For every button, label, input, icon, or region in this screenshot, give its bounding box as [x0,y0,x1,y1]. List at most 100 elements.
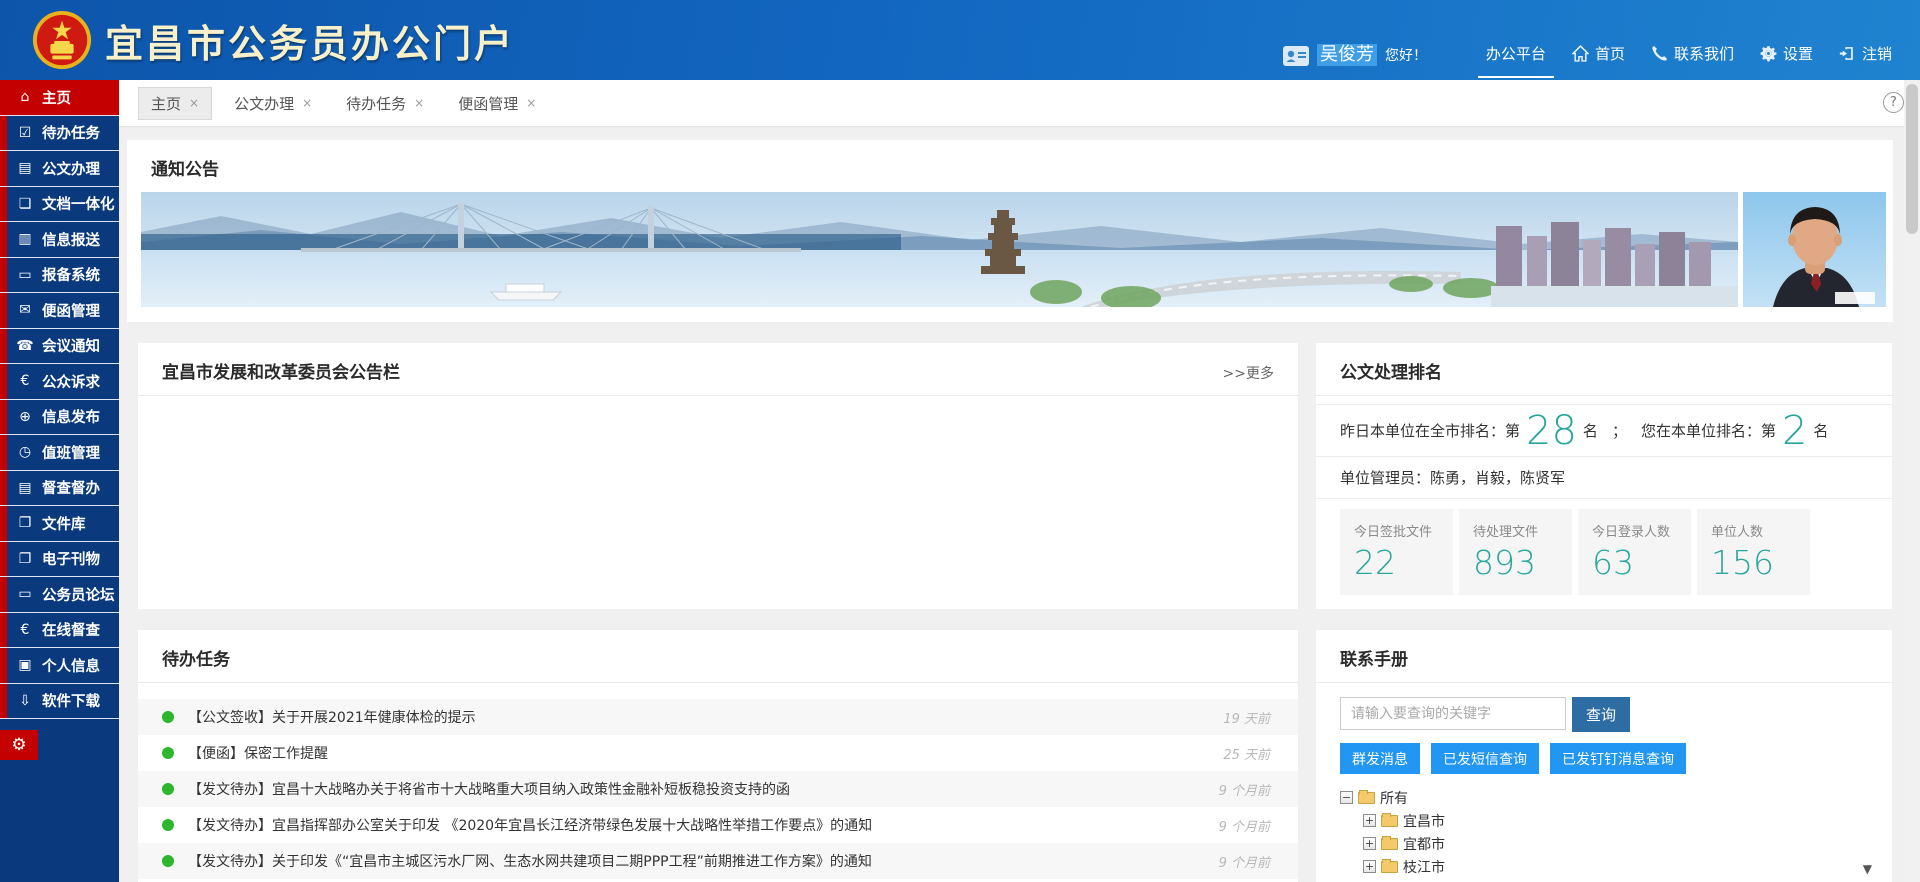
sidebar-item-home[interactable]: ⌂主页 [0,80,119,116]
sidebar-item-official-docs[interactable]: ▤公文办理 [0,151,119,187]
status-dot-icon [162,783,174,795]
sidebar-menu: ⌂主页 ☑待办任务 ▤公文办理 ❏文档一体化 ▥信息报送 ▭报备系统 ✉便函管理… [0,80,119,882]
tab-todo-tasks[interactable]: 待办任务× [334,88,436,119]
more-link[interactable]: >>更多 [1223,363,1274,383]
close-icon[interactable]: × [189,96,199,110]
status-dot-icon [162,819,174,831]
rank-panel-title: 公文处理排名 [1316,343,1892,395]
tab-home[interactable]: 主页× [138,87,212,120]
tree-node-yidu[interactable]: + 宜都市 [1363,832,1868,855]
sidebar-item-todo-tasks[interactable]: ☑待办任务 [0,116,119,152]
nav-office-platform[interactable]: 办公平台 [1486,43,1546,64]
collapse-icon[interactable]: − [1340,791,1353,804]
home-icon: ⌂ [16,89,34,105]
tree-node-dangyang[interactable]: + 当阳市 [1363,878,1868,882]
todo-item[interactable]: 【便函】保密工作提醒 25 天前 [138,735,1298,771]
expand-icon[interactable]: + [1363,860,1376,873]
gear-icon: ⚙ [11,735,26,755]
todo-list: 【公文签收】关于开展2021年健康体检的提示 19 天前 【便函】保密工作提醒 … [138,699,1298,882]
scrollbar-thumb[interactable] [1906,84,1918,234]
gear-icon [1760,45,1777,62]
tab-bar: 主页× 公文办理× 待办任务× 便函管理× ? [119,80,1920,127]
app-header: 宜昌市公务员办公门户 吴俊芳 您好！ 办公平台 首页 联系我们 设置 [0,0,1920,80]
org-tree: − 所有 + 宜昌市 + 宜都市 + 枝江市 + 当阳 [1340,786,1868,882]
tree-node-zhijiang[interactable]: + 枝江市 [1363,855,1868,878]
tab-memo-management[interactable]: 便函管理× [446,88,548,119]
user-greeting: 吴俊芳 您好！ [1283,0,1427,80]
nav-contact-us[interactable]: 联系我们 [1651,43,1734,64]
sidebar-item-file-library[interactable]: ❐文件库 [0,506,119,542]
sidebar-item-online-inspect[interactable]: €在线督查 [0,613,119,649]
close-icon[interactable]: × [414,96,424,110]
chevron-down-icon[interactable]: ▼ [1863,862,1872,876]
stat-card-logins-today: 今日登录人数 63 [1578,509,1691,595]
sidebar-item-supervision[interactable]: ▤督查督办 [0,471,119,507]
folder-icon [1358,792,1375,804]
stat-card-unit-headcount: 单位人数 156 [1697,509,1810,595]
sidebar-item-public-appeal[interactable]: €公众诉求 [0,364,119,400]
sidebar-item-civil-servant-forum[interactable]: ▭公务员论坛 [0,577,119,613]
sent-dingtalk-query-button[interactable]: 已发钉钉消息查询 [1550,743,1686,774]
sidebar-item-filing-system[interactable]: ▭报备系统 [0,258,119,294]
publication-icon: ❐ [16,551,34,567]
library-icon: ❐ [16,515,34,531]
tree-node-all[interactable]: − 所有 [1340,786,1868,809]
folder-icon [1381,838,1398,850]
status-dot-icon [162,711,174,723]
sidebar-item-e-publication[interactable]: ❐电子刊物 [0,542,119,578]
tab-official-docs[interactable]: 公文办理× [222,88,324,119]
home-icon [1572,45,1589,62]
document-rank-panel: 公文处理排名 昨日本单位在全市排名：第 28 名 ； 您在本单位排名：第 2 名… [1316,343,1892,609]
announcement-list-empty [138,396,1298,606]
banner-image[interactable] [141,192,1738,307]
logout-icon [1839,45,1856,62]
query-button[interactable]: 查询 [1572,697,1630,732]
tree-node-yichang[interactable]: + 宜昌市 [1363,809,1868,832]
contact-panel-title: 联系手册 [1316,630,1892,682]
forum-icon: ▭ [16,586,34,602]
close-icon[interactable]: × [302,96,312,110]
sidebar-gear-button[interactable]: ⚙ [0,730,38,760]
todo-item[interactable]: 【发文待办】关于印发《“宜昌市主城区污水厂网、生态水网共建项目二期PPP工程”前… [138,843,1298,879]
sidebar-item-info-report[interactable]: ▥信息报送 [0,222,119,258]
nav-settings[interactable]: 设置 [1760,43,1813,64]
nav-logout[interactable]: 注销 [1839,43,1892,64]
report-icon: ▥ [16,231,34,247]
mass-message-button[interactable]: 群发消息 [1340,743,1420,774]
help-icon[interactable]: ? [1883,92,1904,113]
sidebar-item-memo-management[interactable]: ✉便函管理 [0,293,119,329]
stat-cards: 今日签批文件 22 待处理文件 893 今日登录人数 63 单位人数 156 [1316,499,1892,595]
sidebar-item-software-download[interactable]: ⇩软件下载 [0,684,119,720]
sidebar-item-duty-management[interactable]: ◷值班管理 [0,435,119,471]
sent-sms-query-button[interactable]: 已发短信查询 [1431,743,1539,774]
clock-icon: ◷ [16,444,34,460]
close-icon[interactable]: × [526,96,536,110]
sidebar-item-info-publish[interactable]: ⊕信息发布 [0,400,119,436]
globe-icon: ⊕ [16,409,34,425]
sidebar-item-meeting-notice[interactable]: ☎会议通知 [0,329,119,365]
portrait-photo[interactable] [1743,192,1886,307]
expand-icon[interactable]: + [1363,837,1376,850]
sidebar-item-personal-info[interactable]: ▣个人信息 [0,648,119,684]
todo-panel: 待办任务 【公文签收】关于开展2021年健康体检的提示 19 天前 【便函】保密… [138,630,1298,882]
page-title: 宜昌市公务员办公门户 [105,13,515,68]
download-icon: ⇩ [16,693,34,709]
phone-icon [1651,45,1668,62]
top-nav: 办公平台 首页 联系我们 设置 注销 [1486,0,1892,80]
envelope-icon: ✉ [16,302,34,318]
todo-item[interactable]: 【发文待办】宜昌十大战略办关于将省市十大战略重大项目纳入政策性金融补短板稳投资支… [138,771,1298,807]
sidebar-item-doc-integration[interactable]: ❏文档一体化 [0,187,119,223]
announcement-panel: 宜昌市发展和改革委员会公告栏 >>更多 [138,343,1298,609]
folder-icon [1381,815,1398,827]
page-scrollbar[interactable] [1904,80,1920,882]
appeal-icon: € [16,373,34,389]
unit-rank-value: 2 [1782,411,1807,451]
user-name[interactable]: 吴俊芳 [1317,44,1377,66]
todo-panel-title: 待办任务 [138,630,1298,682]
expand-icon[interactable]: + [1363,814,1376,827]
status-dot-icon [162,855,174,867]
contact-search-input[interactable] [1340,697,1566,730]
todo-item[interactable]: 【发文待办】宜昌指挥部办公室关于印发 《2020年宜昌长江经济带绿色发展十大战略… [138,807,1298,843]
todo-item[interactable]: 【公文签收】关于开展2021年健康体检的提示 19 天前 [138,699,1298,735]
nav-home[interactable]: 首页 [1572,43,1625,64]
